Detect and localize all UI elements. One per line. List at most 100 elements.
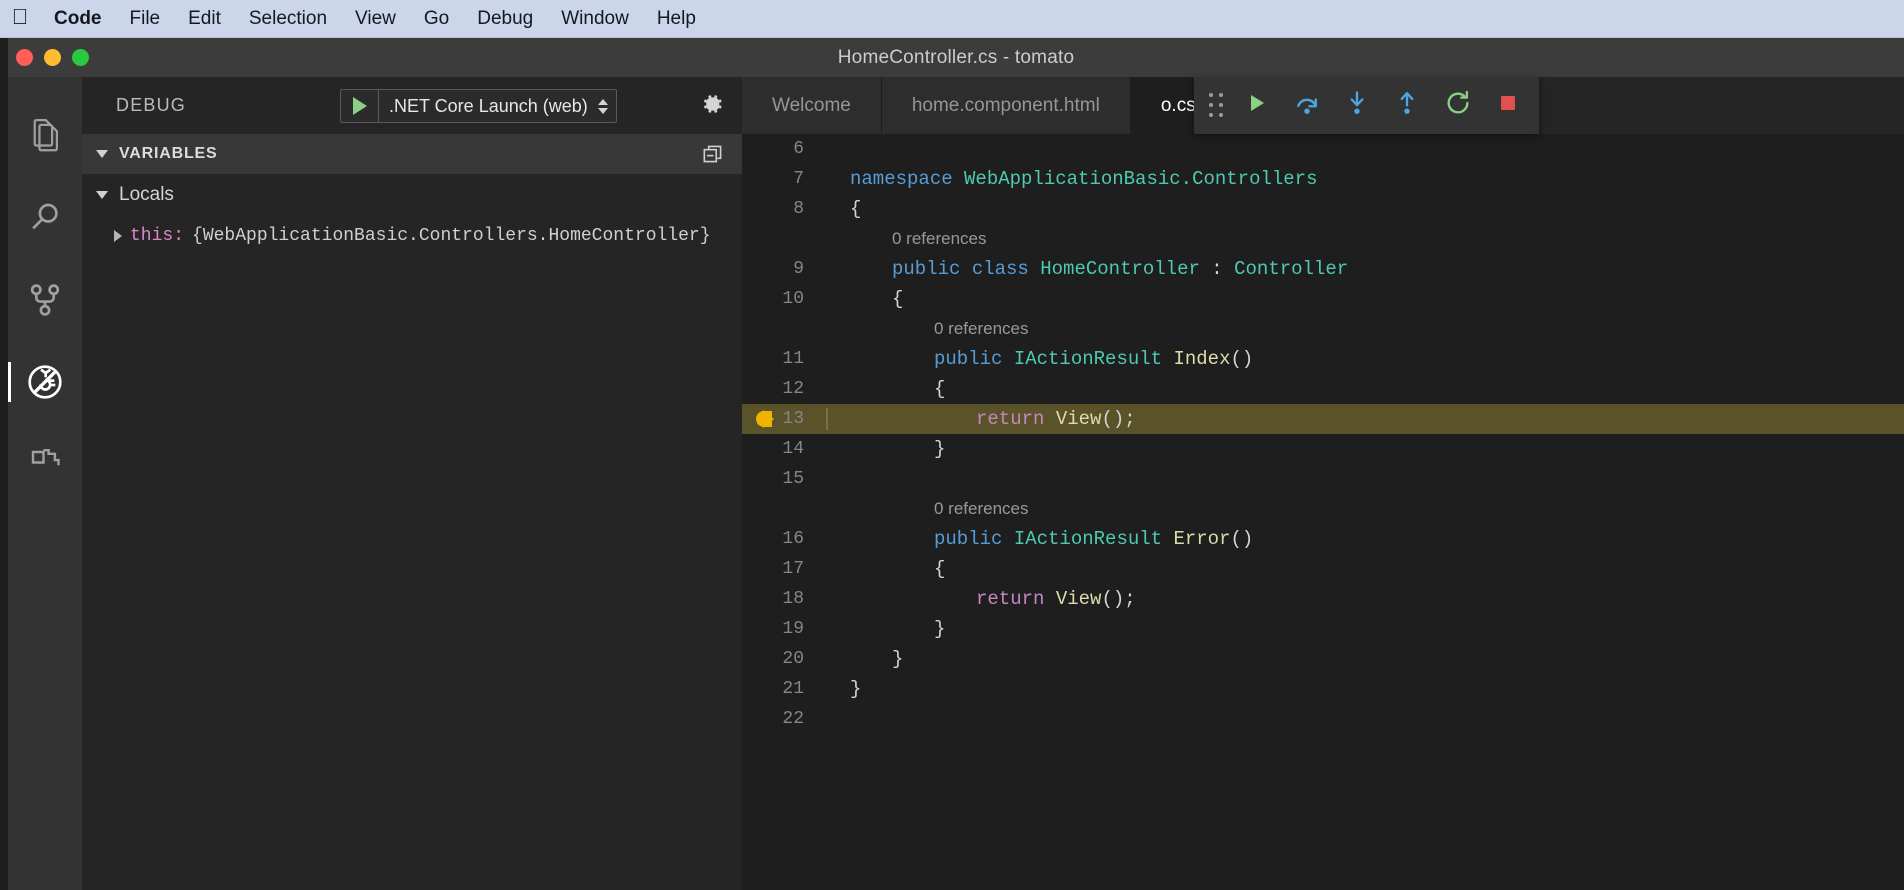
code-line[interactable]: 11 public IActionResult Index(): [742, 344, 1904, 374]
activity-bar-item-source-control[interactable]: [8, 259, 82, 341]
code-token: ();: [1101, 408, 1136, 430]
launch-configuration-value: .NET Core Launch (web): [389, 95, 588, 116]
codelens-text[interactable]: 0 references: [826, 319, 1904, 339]
code-token: {: [850, 198, 862, 220]
line-number: 12: [782, 379, 804, 399]
code-token: class: [971, 258, 1041, 280]
variables-scope-locals[interactable]: Locals: [82, 174, 742, 216]
line-number: 21: [782, 679, 804, 699]
code-token: IActionResult: [1013, 528, 1174, 550]
code-token: }: [934, 618, 946, 640]
restart-icon: [1444, 89, 1472, 122]
launch-configuration-control[interactable]: .NET Core Launch (web): [340, 89, 617, 123]
variables-section-header[interactable]: VARIABLES: [82, 134, 742, 174]
codelens-annotation[interactable]: 0 references: [742, 494, 1904, 524]
code-line[interactable]: 15: [742, 464, 1904, 494]
activity-bar-item-debug[interactable]: [8, 341, 82, 423]
editor-tab-home-component-html[interactable]: home.component.html: [881, 77, 1131, 134]
code-line-text: {: [826, 558, 1904, 580]
variable-value: {WebApplicationBasic.Controllers.HomeCon…: [192, 226, 711, 246]
step-into-button[interactable]: [1332, 83, 1382, 129]
code-line-text: }: [826, 678, 1904, 700]
code-token: ();: [1101, 588, 1136, 610]
code-token: Index: [1173, 348, 1231, 370]
launch-configuration-select[interactable]: .NET Core Launch (web): [379, 90, 616, 122]
code-token: public: [934, 348, 1014, 370]
code-line[interactable]: 18 return View();: [742, 584, 1904, 614]
macos-menu-bar:  CodeFileEditSelectionViewGoDebugWindow…: [0, 0, 1904, 38]
code-line[interactable]: 19}: [742, 614, 1904, 644]
start-debugging-button[interactable]: [341, 90, 379, 122]
code-token: return: [976, 588, 1056, 610]
explorer-icon: [26, 117, 64, 155]
code-line[interactable]: 7 namespace WebApplicationBasic.Controlle…: [742, 164, 1904, 194]
code-token: public: [892, 258, 972, 280]
codelens-annotation[interactable]: 0 references: [742, 314, 1904, 344]
menu-item-go[interactable]: Go: [410, 0, 463, 38]
continue-button[interactable]: [1231, 83, 1281, 129]
code-token: {: [934, 558, 946, 580]
code-token: }: [934, 438, 946, 460]
code-line[interactable]: 6: [742, 134, 1904, 164]
step-over-icon: [1293, 89, 1321, 122]
code-line[interactable]: 17 {: [742, 554, 1904, 584]
code-line[interactable]: 14}: [742, 434, 1904, 464]
code-token: return: [976, 408, 1056, 430]
codelens-text[interactable]: 0 references: [826, 499, 1904, 519]
variable-row-this[interactable]: this: {WebApplicationBasic.Controllers.H…: [82, 216, 742, 256]
activity-bar-item-explorer[interactable]: [8, 95, 82, 177]
copy-all-icon[interactable]: [700, 141, 726, 172]
code-line[interactable]: 12 {: [742, 374, 1904, 404]
code-token: (): [1230, 348, 1254, 370]
activity-bar-item-extensions[interactable]: [8, 423, 82, 505]
menu-item-help[interactable]: Help: [643, 0, 710, 38]
code-line-text: {: [826, 198, 1904, 220]
chevron-down-icon: [96, 191, 108, 199]
line-number: 6: [793, 139, 804, 159]
code-line[interactable]: 13 return View();: [742, 404, 1904, 434]
code-line[interactable]: 10 {: [742, 284, 1904, 314]
menu-item-debug[interactable]: Debug: [463, 0, 547, 38]
menu-item-file[interactable]: File: [116, 0, 175, 38]
breakpoint-marker[interactable]: [756, 410, 774, 428]
search-icon: [26, 199, 64, 237]
menu-item-code[interactable]: Code: [40, 0, 116, 38]
code-token: namespace: [850, 168, 965, 190]
restart-button[interactable]: [1432, 83, 1482, 129]
step-out-button[interactable]: [1382, 83, 1432, 129]
chevron-right-icon[interactable]: [114, 230, 122, 242]
code-line-text: public class HomeController : Controller: [826, 258, 1904, 280]
codelens-text[interactable]: 0 references: [826, 229, 1904, 249]
menu-item-selection[interactable]: Selection: [235, 0, 341, 38]
codelens-annotation[interactable]: 0 references: [742, 224, 1904, 254]
code-editor[interactable]: 6 7 namespace WebApplicationBasic.Controll…: [742, 134, 1904, 890]
line-number: 9: [793, 259, 804, 279]
menu-item-edit[interactable]: Edit: [174, 0, 235, 38]
stop-button[interactable]: [1483, 83, 1533, 129]
line-number: 13: [782, 409, 804, 429]
drag-handle-icon[interactable]: [1204, 92, 1229, 119]
activity-bar-item-search[interactable]: [8, 177, 82, 259]
code-line[interactable]: 21}: [742, 674, 1904, 704]
debug-icon: [25, 362, 65, 402]
code-line[interactable]: 9 public class HomeController : Controlle…: [742, 254, 1904, 284]
code-line-text: }: [826, 648, 1904, 670]
code-line[interactable]: 20}: [742, 644, 1904, 674]
step-over-button[interactable]: [1281, 83, 1331, 129]
menu-item-window[interactable]: Window: [547, 0, 643, 38]
play-icon: [352, 97, 367, 115]
editor-tab-welcome[interactable]: Welcome: [742, 77, 882, 134]
menu-item-view[interactable]: View: [341, 0, 410, 38]
debug-toolbar[interactable]: [1194, 77, 1539, 134]
line-number: 10: [782, 289, 804, 309]
code-line[interactable]: 16 public IActionResult Error(): [742, 524, 1904, 554]
apple-logo-icon[interactable]: : [0, 5, 40, 32]
activity-bar: [8, 77, 82, 890]
code-token: IActionResult: [1013, 348, 1174, 370]
debug-settings-button[interactable]: [696, 91, 728, 121]
code-line[interactable]: 8{: [742, 194, 1904, 224]
code-line[interactable]: 22: [742, 704, 1904, 734]
line-number: 18: [782, 589, 804, 609]
debug-panel-header: DEBUG .NET Core Launch (web): [82, 77, 775, 134]
chevron-updown-icon: [597, 98, 608, 114]
